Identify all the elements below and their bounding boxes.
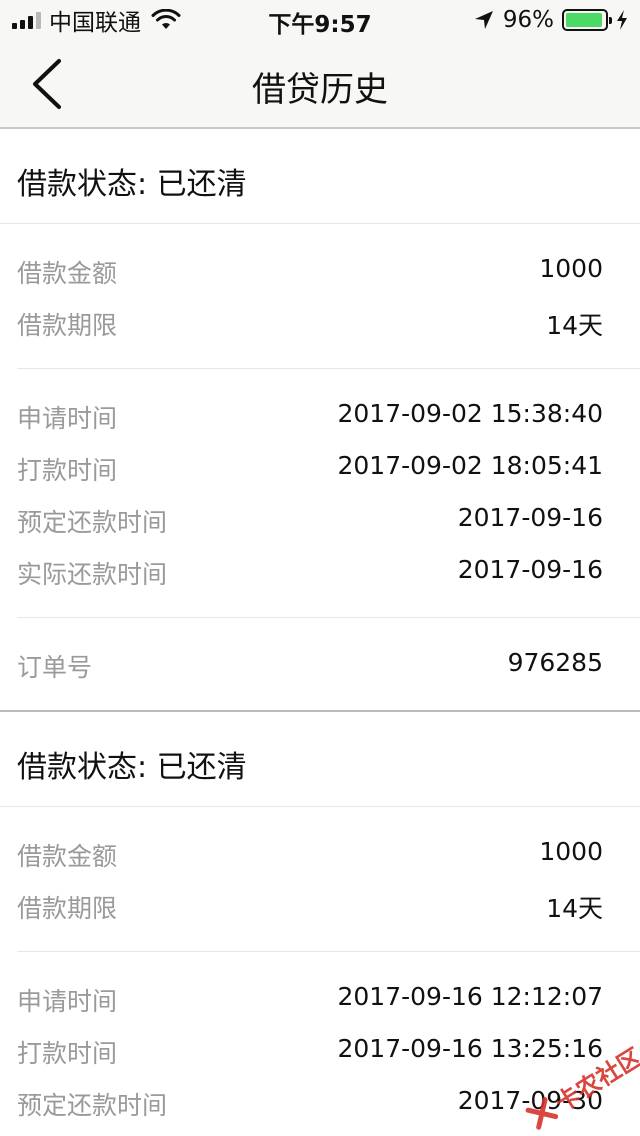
detail-label: 实际还款时间: [17, 560, 168, 589]
carrier-name: 中国联通: [49, 10, 141, 36]
detail-label: 打款时间: [17, 1039, 118, 1068]
wifi-icon: [151, 9, 181, 29]
detail-value: 1000: [539, 254, 603, 283]
detail-value: 14天: [546, 894, 603, 923]
detail-label: 申请时间: [17, 404, 118, 433]
detail-value: 2017-09-16: [457, 555, 603, 584]
detail-label: 申请时间: [17, 987, 118, 1016]
page-title: 借贷历史: [252, 70, 388, 110]
battery-percent: 96%: [502, 7, 554, 33]
status-bar-right: 96%: [473, 6, 628, 34]
detail-row: 订单号 976285: [17, 638, 640, 690]
amount-group: 借款金额 1000 借款期限 14天: [17, 224, 640, 369]
detail-row: 申请时间 2017-09-16 12:12:07: [17, 972, 640, 1024]
detail-value: 2017-09-02 18:05:41: [337, 451, 603, 480]
order-number: 976285: [507, 648, 603, 677]
detail-row: 借款金额 1000: [17, 244, 640, 296]
detail-label: 借款金额: [17, 259, 118, 288]
detail-row: 借款期限 14天: [17, 879, 640, 931]
detail-label: 订单号: [17, 653, 93, 682]
loan-record: 借款状态: 已还清 借款金额 1000 借款期限 14天 申请时间 2017-0…: [0, 712, 640, 1136]
battery-fill: [566, 13, 603, 27]
detail-row: 打款时间 2017-09-02 18:05:41: [17, 441, 640, 493]
time-group: 申请时间 2017-09-02 15:38:40 打款时间 2017-09-02…: [17, 369, 640, 618]
detail-label: 预定还款时间: [17, 508, 168, 537]
status-bar-left: 中国联通: [12, 6, 181, 36]
detail-label: 借款期限: [17, 311, 118, 340]
loan-status-row: 借款状态: 已还清: [0, 129, 640, 224]
detail-value: 2017-09-16 13:25:16: [337, 1034, 603, 1063]
detail-row: 借款期限 14天: [17, 296, 640, 348]
loan-record: 借款状态: 已还清 借款金额 1000 借款期限 14天 申请时间 2017-0…: [0, 129, 640, 710]
amount-group: 借款金额 1000 借款期限 14天: [17, 807, 640, 952]
status-bar: 中国联通 下午9:57 96%: [0, 0, 640, 40]
detail-row: 打款时间 2017-09-16 13:25:16: [17, 1024, 640, 1076]
loan-status: 借款状态: 已还清: [17, 167, 247, 202]
order-group: 订单号 976285: [17, 618, 640, 710]
battery-icon: [562, 9, 612, 31]
detail-label: 借款金额: [17, 842, 118, 871]
loan-status: 借款状态: 已还清: [17, 750, 247, 785]
detail-row: 实际还款时间 2017-09-16: [17, 545, 640, 597]
location-arrow-icon: [474, 11, 493, 29]
chevron-left-icon: [33, 59, 61, 109]
detail-label: 打款时间: [17, 456, 118, 485]
detail-label: 借款期限: [17, 894, 118, 923]
detail-value: 14天: [546, 311, 603, 340]
loan-status-row: 借款状态: 已还清: [0, 712, 640, 807]
detail-row: 申请时间 2017-09-02 15:38:40: [17, 389, 640, 441]
detail-value: 2017-09-02 15:38:40: [337, 399, 603, 428]
detail-value: 2017-09-16 12:12:07: [337, 982, 603, 1011]
back-button[interactable]: [14, 52, 78, 116]
detail-value: 2017-09-16: [457, 503, 603, 532]
detail-row: 借款金额 1000: [17, 827, 640, 879]
detail-value: 1000: [539, 837, 603, 866]
detail-row: 预定还款时间 2017-09-16: [17, 493, 640, 545]
loan-history-list[interactable]: 借款状态: 已还清 借款金额 1000 借款期限 14天 申请时间 2017-0…: [0, 129, 640, 1136]
navigation-bar: 借贷历史: [0, 40, 640, 129]
signal-icon: [12, 11, 41, 29]
charging-bolt-icon: [617, 10, 627, 30]
detail-label: 预定还款时间: [17, 1091, 168, 1120]
